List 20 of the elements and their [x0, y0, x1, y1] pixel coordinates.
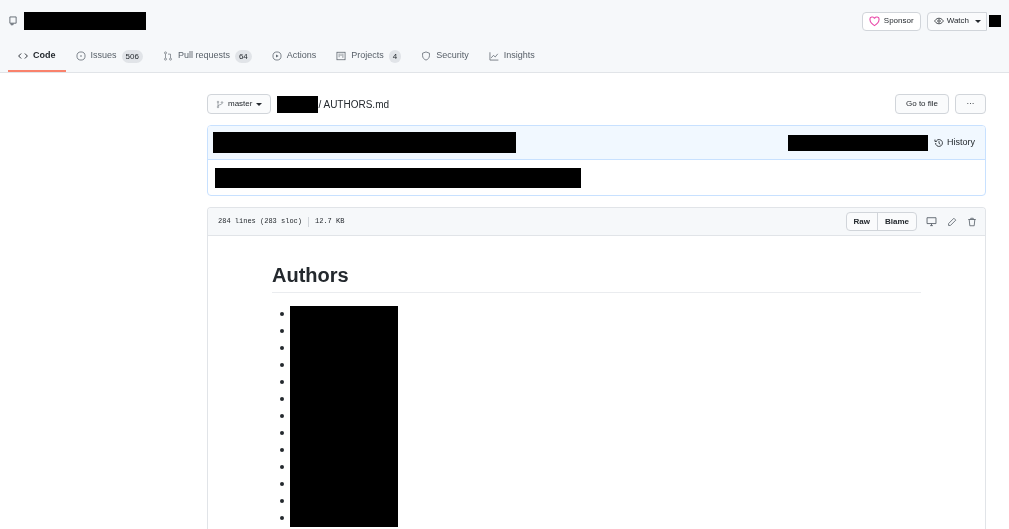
sponsor-button[interactable]: Sponsor [861, 11, 921, 31]
repo-tab[interactable]: Issues 506 [65, 42, 153, 72]
history-link[interactable]: History [934, 135, 975, 150]
branch-button[interactable]: master [207, 94, 272, 114]
repo-tab[interactable]: Pull requests 64 [152, 42, 262, 72]
count-badge: 4 [388, 49, 402, 63]
repo-tab[interactable]: Insights [478, 42, 545, 72]
repo-tab[interactable]: Projects 4 [326, 42, 412, 72]
more-button[interactable]: ··· [955, 94, 986, 114]
count-badge: 64 [234, 49, 252, 63]
raw-button[interactable]: Raw [846, 213, 877, 230]
watch-button[interactable]: Watch [926, 11, 987, 31]
repo-tab[interactable]: Security [411, 42, 479, 72]
file-path: / AUTHORS.md [318, 97, 390, 112]
repo-tab[interactable]: Actions [261, 42, 327, 72]
go-to-file-button[interactable]: Go to file [895, 94, 949, 114]
count-badge: 506 [121, 49, 143, 63]
repo-tab[interactable]: Code [8, 42, 66, 72]
readme-heading: Authors [272, 263, 921, 293]
blame-button[interactable]: Blame [877, 213, 916, 230]
